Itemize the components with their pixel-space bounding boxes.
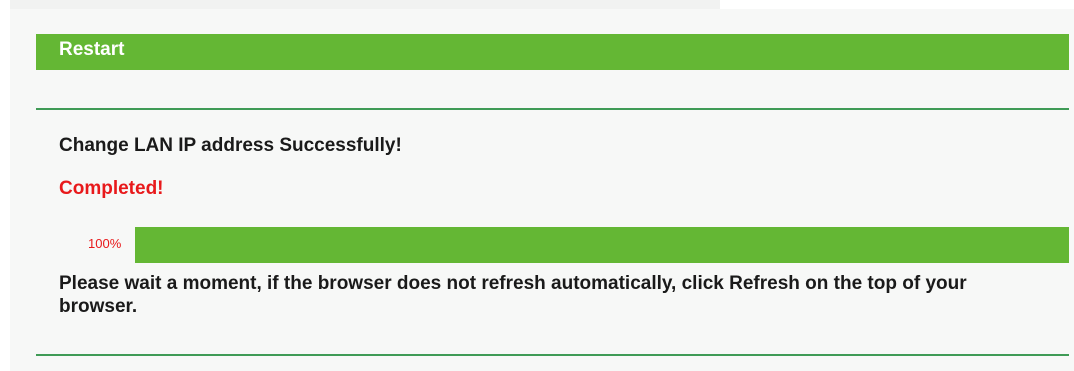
progress-percent-label: 100%: [88, 236, 122, 251]
bottom-divider: [36, 354, 1069, 356]
progress-track: [135, 227, 1069, 263]
section-header: Restart: [36, 34, 1069, 70]
top-strip: [10, 0, 720, 9]
success-message: Change LAN IP address Successfully!: [59, 135, 402, 156]
instruction-message: Please wait a moment, if the browser doe…: [59, 273, 967, 317]
top-divider: [36, 108, 1069, 110]
status-message: Completed!: [59, 178, 164, 199]
section-title: Restart: [59, 39, 125, 60]
progress-bar: 100%: [36, 227, 1069, 263]
progress-fill: [135, 227, 1069, 263]
